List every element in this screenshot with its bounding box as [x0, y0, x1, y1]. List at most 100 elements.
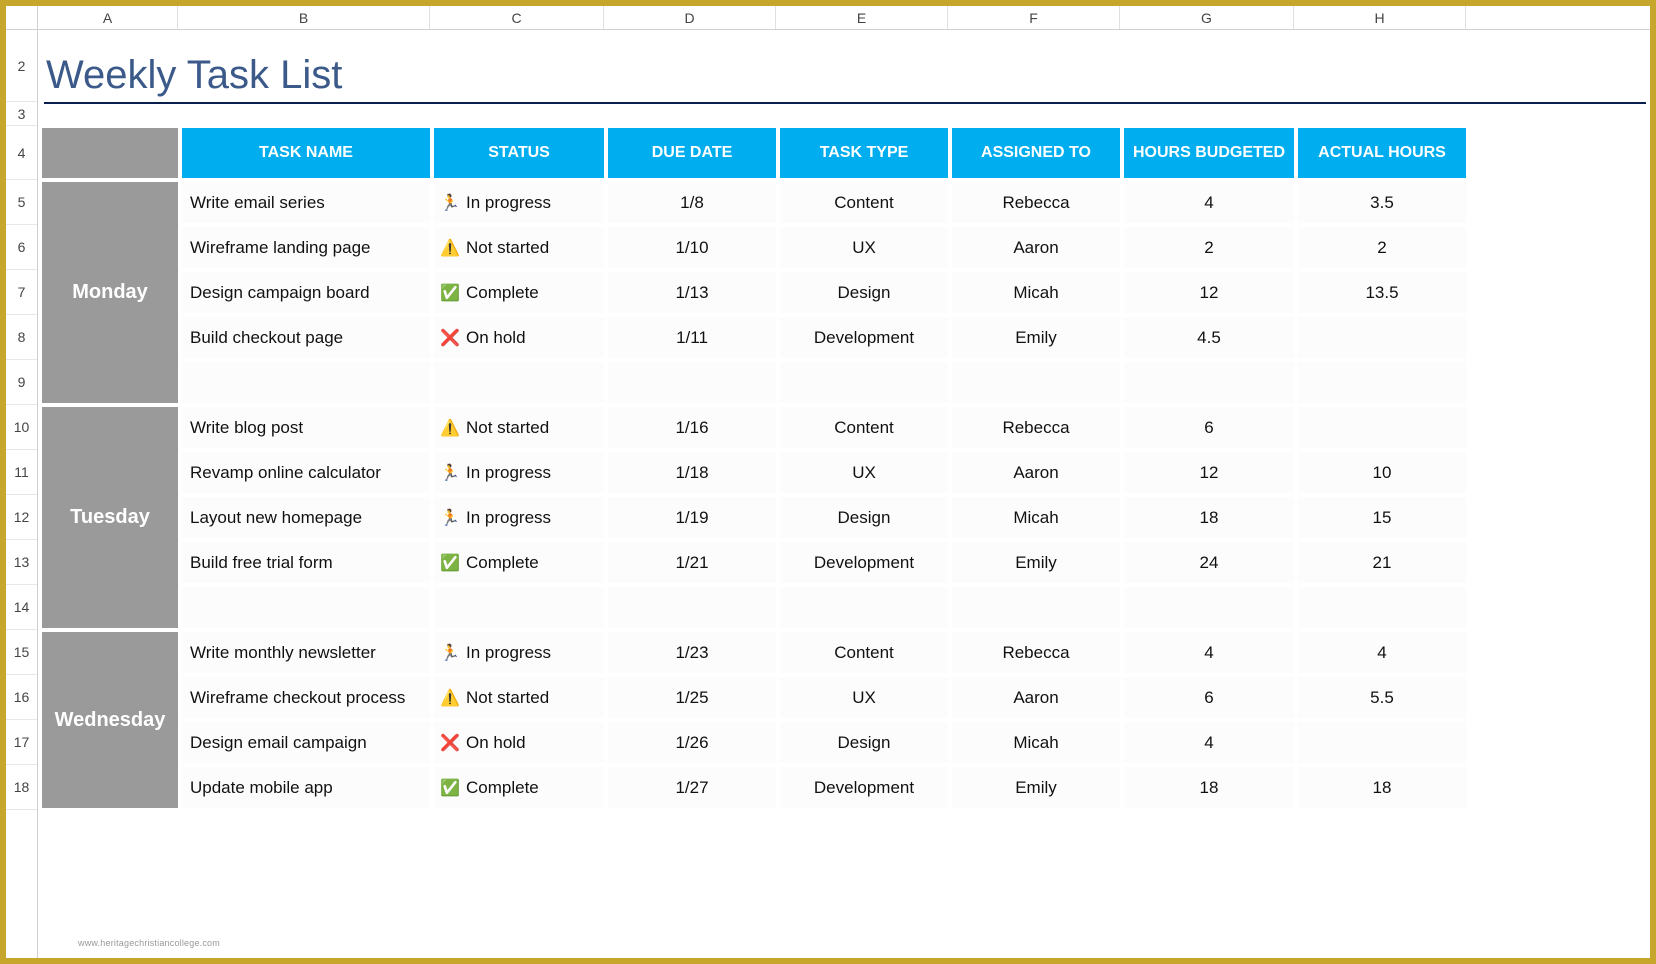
- assigned-to-cell[interactable]: [950, 360, 1122, 405]
- due-date-cell[interactable]: 1/23: [606, 630, 778, 675]
- task-name-cell[interactable]: [180, 360, 432, 405]
- header-actual-hours[interactable]: ACTUAL HOURS: [1296, 126, 1468, 180]
- due-date-cell[interactable]: 1/25: [606, 675, 778, 720]
- actual-hours-cell[interactable]: [1296, 360, 1468, 405]
- assigned-to-cell[interactable]: Rebecca: [950, 630, 1122, 675]
- task-type-cell[interactable]: Content: [778, 630, 950, 675]
- status-cell[interactable]: In progress: [432, 450, 606, 495]
- actual-hours-cell[interactable]: 5.5: [1296, 675, 1468, 720]
- actual-hours-cell[interactable]: 3.5: [1296, 180, 1468, 225]
- status-cell[interactable]: [432, 360, 606, 405]
- sheet-body[interactable]: Weekly Task List TASK NAME STATUS DUE DA…: [38, 30, 1650, 958]
- assigned-to-cell[interactable]: Rebecca: [950, 180, 1122, 225]
- actual-hours-cell[interactable]: 15: [1296, 495, 1468, 540]
- status-cell[interactable]: Not started: [432, 225, 606, 270]
- task-type-cell[interactable]: Development: [778, 765, 950, 810]
- assigned-to-cell[interactable]: Aaron: [950, 225, 1122, 270]
- header-task-name[interactable]: TASK NAME: [180, 126, 432, 180]
- header-assigned-to[interactable]: ASSIGNED TO: [950, 126, 1122, 180]
- task-type-cell[interactable]: [778, 585, 950, 630]
- row-header-2[interactable]: 2: [6, 30, 37, 102]
- task-name-cell[interactable]: Build checkout page: [180, 315, 432, 360]
- col-header-E[interactable]: E: [776, 6, 948, 29]
- assigned-to-cell[interactable]: Aaron: [950, 675, 1122, 720]
- header-due-date[interactable]: DUE DATE: [606, 126, 778, 180]
- hours-budgeted-cell[interactable]: 24: [1122, 540, 1296, 585]
- col-header-C[interactable]: C: [430, 6, 604, 29]
- hours-budgeted-cell[interactable]: 12: [1122, 450, 1296, 495]
- task-type-cell[interactable]: Content: [778, 405, 950, 450]
- task-name-cell[interactable]: Layout new homepage: [180, 495, 432, 540]
- task-type-cell[interactable]: Development: [778, 540, 950, 585]
- due-date-cell[interactable]: [606, 360, 778, 405]
- actual-hours-cell[interactable]: 10: [1296, 450, 1468, 495]
- title-row[interactable]: Weekly Task List: [38, 30, 1650, 102]
- status-cell[interactable]: [432, 585, 606, 630]
- actual-hours-cell[interactable]: 2: [1296, 225, 1468, 270]
- row-header-16[interactable]: 16: [6, 675, 37, 720]
- hours-budgeted-cell[interactable]: [1122, 360, 1296, 405]
- assigned-to-cell[interactable]: [950, 585, 1122, 630]
- task-name-cell[interactable]: Revamp online calculator: [180, 450, 432, 495]
- task-type-cell[interactable]: [778, 360, 950, 405]
- col-header-B[interactable]: B: [178, 6, 430, 29]
- due-date-cell[interactable]: 1/19: [606, 495, 778, 540]
- row-header-6[interactable]: 6: [6, 225, 37, 270]
- header-status[interactable]: STATUS: [432, 126, 606, 180]
- task-name-cell[interactable]: Design campaign board: [180, 270, 432, 315]
- col-header-A[interactable]: A: [38, 6, 178, 29]
- task-name-cell[interactable]: Write email series: [180, 180, 432, 225]
- day-cell[interactable]: Wednesday: [40, 630, 180, 810]
- actual-hours-cell[interactable]: [1296, 720, 1468, 765]
- hours-budgeted-cell[interactable]: 4: [1122, 180, 1296, 225]
- day-cell[interactable]: Monday: [40, 180, 180, 405]
- assigned-to-cell[interactable]: Emily: [950, 765, 1122, 810]
- due-date-cell[interactable]: 1/26: [606, 720, 778, 765]
- status-cell[interactable]: Complete: [432, 765, 606, 810]
- actual-hours-cell[interactable]: [1296, 315, 1468, 360]
- status-cell[interactable]: On hold: [432, 720, 606, 765]
- task-name-cell[interactable]: Write blog post: [180, 405, 432, 450]
- task-name-cell[interactable]: Update mobile app: [180, 765, 432, 810]
- task-type-cell[interactable]: Development: [778, 315, 950, 360]
- status-cell[interactable]: Not started: [432, 405, 606, 450]
- due-date-cell[interactable]: 1/11: [606, 315, 778, 360]
- status-cell[interactable]: In progress: [432, 495, 606, 540]
- due-date-cell[interactable]: 1/21: [606, 540, 778, 585]
- hours-budgeted-cell[interactable]: 6: [1122, 405, 1296, 450]
- due-date-cell[interactable]: 1/8: [606, 180, 778, 225]
- row-header-13[interactable]: 13: [6, 540, 37, 585]
- hours-budgeted-cell[interactable]: [1122, 585, 1296, 630]
- due-date-cell[interactable]: 1/16: [606, 405, 778, 450]
- assigned-to-cell[interactable]: Aaron: [950, 450, 1122, 495]
- row-header-3[interactable]: 3: [6, 102, 37, 126]
- row-header-12[interactable]: 12: [6, 495, 37, 540]
- status-cell[interactable]: In progress: [432, 180, 606, 225]
- hours-budgeted-cell[interactable]: 2: [1122, 225, 1296, 270]
- hours-budgeted-cell[interactable]: 4: [1122, 630, 1296, 675]
- hours-budgeted-cell[interactable]: 12: [1122, 270, 1296, 315]
- task-name-cell[interactable]: Design email campaign: [180, 720, 432, 765]
- col-header-F[interactable]: F: [948, 6, 1120, 29]
- row-header-17[interactable]: 17: [6, 720, 37, 765]
- hours-budgeted-cell[interactable]: 4.5: [1122, 315, 1296, 360]
- task-type-cell[interactable]: Design: [778, 720, 950, 765]
- day-cell[interactable]: Tuesday: [40, 405, 180, 630]
- due-date-cell[interactable]: 1/27: [606, 765, 778, 810]
- assigned-to-cell[interactable]: Emily: [950, 315, 1122, 360]
- task-type-cell[interactable]: Content: [778, 180, 950, 225]
- header-task-type[interactable]: TASK TYPE: [778, 126, 950, 180]
- assigned-to-cell[interactable]: Micah: [950, 495, 1122, 540]
- due-date-cell[interactable]: [606, 585, 778, 630]
- col-header-G[interactable]: G: [1120, 6, 1294, 29]
- row-header-7[interactable]: 7: [6, 270, 37, 315]
- header-blank[interactable]: [40, 126, 180, 180]
- status-cell[interactable]: Complete: [432, 270, 606, 315]
- task-name-cell[interactable]: [180, 585, 432, 630]
- actual-hours-cell[interactable]: 13.5: [1296, 270, 1468, 315]
- actual-hours-cell[interactable]: 18: [1296, 765, 1468, 810]
- task-name-cell[interactable]: Wireframe checkout process: [180, 675, 432, 720]
- row-header-11[interactable]: 11: [6, 450, 37, 495]
- hours-budgeted-cell[interactable]: 18: [1122, 765, 1296, 810]
- task-type-cell[interactable]: Design: [778, 495, 950, 540]
